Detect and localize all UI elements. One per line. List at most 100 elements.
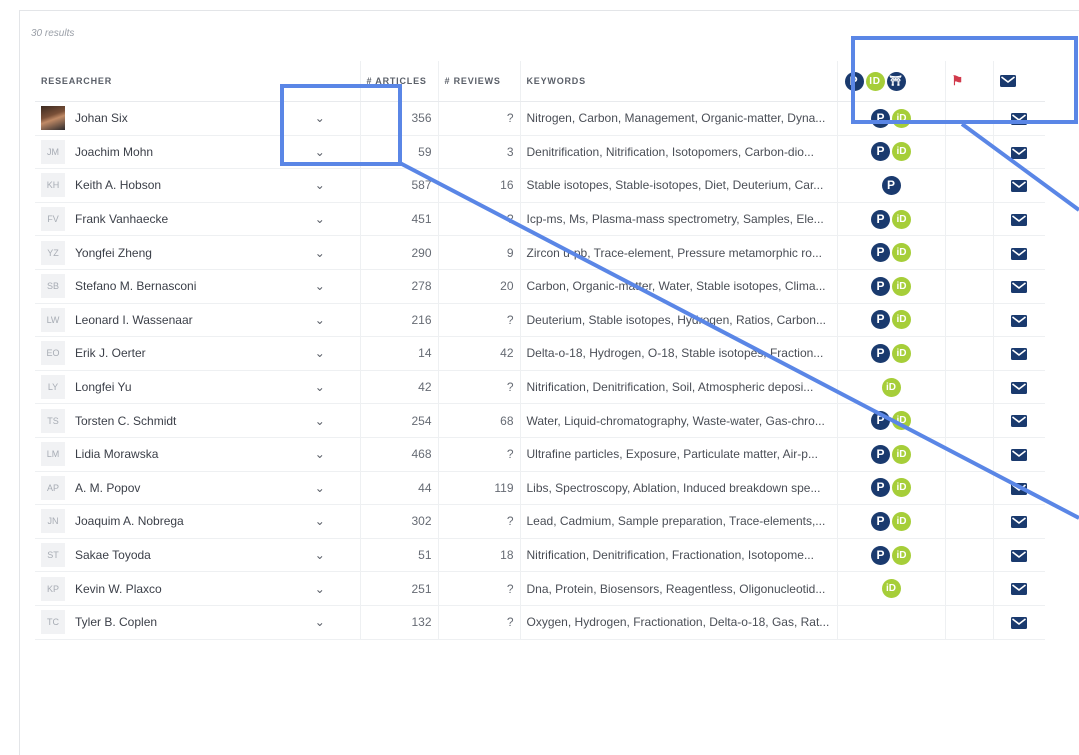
orcid-icon[interactable]: iD [892,411,911,431]
orcid-icon[interactable]: iD [892,545,911,565]
orcid-icon[interactable]: iD [892,209,911,229]
researcher-name[interactable]: Frank Vanhaecke [75,212,168,226]
mail-icon[interactable] [1011,447,1028,462]
orcid-icon[interactable]: iD [892,343,911,363]
orcid-icon[interactable]: iD [892,310,911,330]
chevron-down-icon[interactable]: ⌄ [315,380,325,394]
researcher-name[interactable]: Torsten C. Schmidt [75,414,176,428]
table-row[interactable]: JN Joaquim A. Nobrega ⌄ 302? Lead, Cadmium, … [35,504,1045,539]
researcher-name[interactable]: Stefano M. Bernasconi [75,279,196,293]
chevron-down-icon[interactable]: ⌄ [315,481,325,495]
chevron-down-icon[interactable]: ⌄ [315,313,325,327]
chevron-down-icon[interactable]: ⌄ [315,111,325,125]
mail-icon[interactable] [1011,279,1028,294]
expand-toggle[interactable]: ⌄ [280,202,360,237]
expand-toggle[interactable]: ⌄ [280,403,360,438]
orcid-icon[interactable]: iD [892,108,911,128]
mail-icon[interactable] [999,75,1016,87]
mail-icon[interactable] [1011,615,1028,630]
expand-toggle[interactable]: ⌄ [280,235,360,270]
chevron-down-icon[interactable]: ⌄ [315,246,325,260]
mail-icon[interactable] [1011,414,1028,428]
publons-icon[interactable]: P [871,343,890,363]
publons-icon[interactable]: P [871,478,890,498]
institution-icon[interactable]: ⛩ [886,71,906,91]
table-row[interactable]: EO Erik J. Oerter ⌄ 14 42 Delta-o-18, Hydroge… [35,336,1045,371]
table-row[interactable]: LM Lidia Morawska ⌄ 468? Ultrafine particles… [35,437,1045,472]
researcher-name[interactable]: Johan Six [75,111,128,125]
table-row[interactable]: ST Sakae Toyoda ⌄ 51 18 Nitrification, Denitr… [35,538,1045,573]
mail-icon[interactable] [1011,212,1028,226]
table-row[interactable]: KH Keith A. Hobson ⌄ 587 16 Stable isotopes, … [35,168,1045,203]
expand-toggle[interactable]: ⌄ [280,370,360,405]
researcher-name[interactable]: Longfei Yu [75,380,132,394]
mail-icon[interactable] [1011,548,1028,562]
table-row[interactable]: JM Joachim Mohn ⌄ 59 3 Denitrification, Nitri… [35,135,1045,170]
publons-icon[interactable]: P [871,209,890,229]
orcid-icon[interactable]: iD [892,444,911,464]
orcid-icon[interactable]: iD [881,579,901,599]
researcher-name[interactable]: Joachim Mohn [75,145,153,159]
expand-toggle[interactable]: ⌄ [280,571,360,606]
researcher-name[interactable]: Yongfei Zheng [75,246,152,260]
table-row[interactable]: KP Kevin W. Plaxco ⌄ 251? Dna, Protein, Bios… [35,571,1045,606]
publons-icon[interactable]: P [871,511,890,531]
chevron-down-icon[interactable]: ⌄ [315,414,325,428]
researcher-name[interactable]: Joaquim A. Nobrega [75,514,184,528]
expand-toggle[interactable]: ⌄ [280,437,360,472]
mail-icon[interactable] [1011,582,1028,596]
publons-icon[interactable]: P [871,545,890,565]
column-header-researcher[interactable]: RESEARCHER [35,61,280,102]
orcid-icon[interactable]: iD [892,243,911,263]
table-row[interactable]: FV Frank Vanhaecke ⌄ 451? Icp-ms, Ms, Plasma… [35,202,1045,237]
chevron-down-icon[interactable]: ⌄ [315,145,325,159]
researcher-name[interactable]: Sakae Toyoda [75,548,151,562]
expand-toggle[interactable]: ⌄ [280,471,360,506]
orcid-icon[interactable]: iD [892,478,911,498]
expand-toggle[interactable]: ⌄ [280,269,360,304]
expand-toggle[interactable]: ⌄ [280,101,360,136]
researcher-name[interactable]: Leonard I. Wassenaar [75,313,193,327]
table-row[interactable]: TC Tyler B. Coplen ⌄ 132? Oxygen, Hydrogen, … [35,605,1045,640]
expand-toggle[interactable]: ⌄ [280,538,360,573]
expand-toggle[interactable]: ⌄ [280,504,360,539]
mail-icon[interactable] [1011,145,1028,159]
expand-toggle[interactable]: ⌄ [280,135,360,170]
mail-icon[interactable] [1011,346,1028,361]
orcid-icon[interactable]: iD [892,142,911,162]
publons-icon[interactable]: P [871,310,890,330]
publons-icon[interactable]: P [871,142,890,162]
column-header-keywords[interactable]: KEYWORDS [519,61,837,102]
column-header-articles[interactable]: # ARTICLES [359,61,438,102]
flag-icon[interactable]: ⚑ [952,73,964,88]
researcher-name[interactable]: Lidia Morawska [75,447,158,461]
expand-toggle[interactable]: ⌄ [280,605,360,640]
mail-icon[interactable] [1011,313,1028,327]
table-row[interactable]: TS Torsten C. Schmidt ⌄ 254 68 Water, Liquid-… [35,403,1045,438]
publons-icon[interactable]: P [844,71,864,91]
chevron-down-icon[interactable]: ⌄ [315,548,325,562]
orcid-icon[interactable]: iD [881,377,901,397]
table-row[interactable]: LY Longfei Yu ⌄ 42? Nitrification, Denitrifi… [35,370,1045,405]
researcher-name[interactable]: Keith A. Hobson [75,178,161,192]
expand-toggle[interactable]: ⌄ [280,336,360,371]
mail-icon[interactable] [1011,246,1028,260]
publons-icon[interactable]: P [871,243,890,263]
table-row[interactable]: Johan Six ⌄ 356? Nitrogen, Carbon, Manageme… [35,101,1045,136]
researcher-name[interactable]: Kevin W. Plaxco [75,582,162,596]
orcid-icon[interactable]: iD [892,276,911,296]
table-row[interactable]: LW Leonard I. Wassenaar ⌄ 216? Deuterium, St… [35,303,1045,338]
mail-icon[interactable] [1011,380,1028,394]
orcid-icon[interactable]: iD [865,71,885,91]
publons-icon[interactable]: P [871,411,890,431]
publons-icon[interactable]: P [871,276,890,296]
researcher-name[interactable]: A. M. Popov [75,481,140,495]
chevron-down-icon[interactable]: ⌄ [315,514,325,528]
chevron-down-icon[interactable]: ⌄ [315,212,325,226]
publons-icon[interactable]: P [871,108,890,128]
mail-icon[interactable] [1011,111,1028,126]
chevron-down-icon[interactable]: ⌄ [315,279,325,293]
expand-toggle[interactable]: ⌄ [280,168,360,203]
mail-icon[interactable] [1011,178,1028,193]
researcher-name[interactable]: Tyler B. Coplen [75,615,157,629]
